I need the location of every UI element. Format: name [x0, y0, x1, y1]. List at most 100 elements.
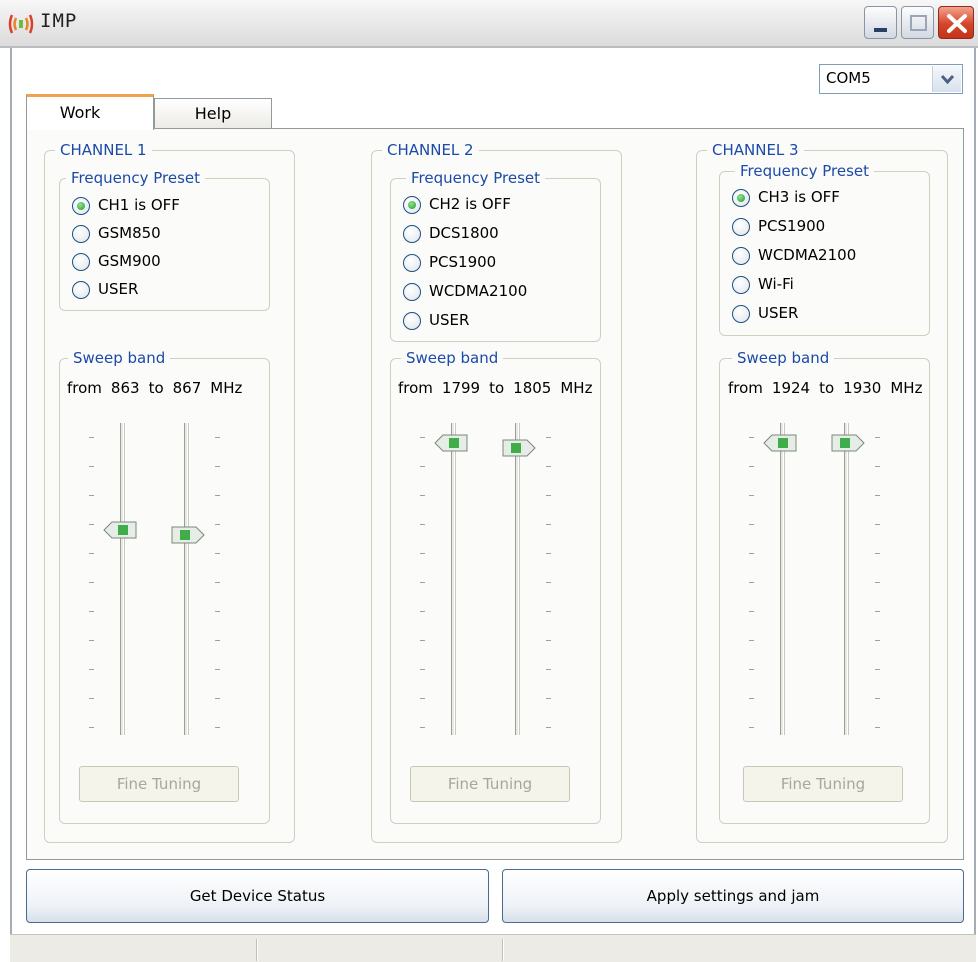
slider-tick: [546, 698, 551, 699]
slider-tick: [546, 495, 551, 496]
radio-button[interactable]: [403, 283, 421, 301]
slider-tick: [89, 727, 94, 728]
slider-tick: [546, 669, 551, 670]
slider-tick: [89, 553, 94, 554]
sweep-high-slider-track[interactable]: [184, 423, 188, 735]
slider-tick: [875, 640, 880, 641]
tab-help[interactable]: Help: [154, 98, 272, 128]
dropdown-arrow-button[interactable]: [932, 66, 961, 92]
radio-button[interactable]: [403, 254, 421, 272]
radio-button[interactable]: [72, 253, 90, 271]
slider-tick: [749, 669, 754, 670]
status-bar: [10, 934, 976, 962]
radio-button[interactable]: [732, 218, 750, 236]
apply-settings-button[interactable]: Apply settings and jam: [502, 869, 964, 923]
fine-tuning-button[interactable]: Fine Tuning: [743, 766, 903, 802]
slider-tick: [546, 553, 551, 554]
slider-tick: [749, 495, 754, 496]
fine-tuning-button[interactable]: Fine Tuning: [410, 766, 570, 802]
radio-button[interactable]: [732, 247, 750, 265]
window-title: IMP: [40, 10, 78, 32]
slider-tick: [875, 553, 880, 554]
channel-1-sweep-group: Sweep band from 863 to 867 MHz Fine Tuning: [59, 348, 270, 824]
slider-tick: [875, 698, 880, 699]
slider-tick: [749, 582, 754, 583]
slider-tick: [215, 669, 220, 670]
maximize-button[interactable]: [901, 6, 934, 39]
radio-label: USER: [429, 311, 470, 329]
slider-tick: [875, 495, 880, 496]
slider-tick: [875, 524, 880, 525]
slider-tick: [875, 669, 880, 670]
radio-button[interactable]: [732, 305, 750, 323]
sweep-low-thumb[interactable]: [763, 434, 797, 452]
sweep-high-thumb[interactable]: [171, 526, 205, 544]
radio-button[interactable]: [732, 276, 750, 294]
slider-tick: [546, 437, 551, 438]
get-device-status-button[interactable]: Get Device Status: [26, 869, 489, 923]
slider-tick: [749, 698, 754, 699]
slider-tick: [749, 437, 754, 438]
radio-label: Wi-Fi: [758, 275, 794, 293]
channel-3-preset-title: Frequency Preset: [735, 161, 875, 181]
slider-tick: [215, 553, 220, 554]
sweep-low-thumb[interactable]: [434, 434, 468, 452]
slider-tick: [420, 640, 425, 641]
close-button[interactable]: [938, 6, 974, 39]
slider-tick: [89, 437, 94, 438]
radio-button[interactable]: [403, 196, 421, 214]
slider-tick: [89, 582, 94, 583]
radio-label: CH1 is OFF: [98, 196, 180, 214]
sweep-low-slider-track[interactable]: [451, 423, 455, 735]
com-port-select[interactable]: COM5: [819, 64, 963, 94]
radio-button[interactable]: [72, 197, 90, 215]
sweep-low-thumb[interactable]: [103, 521, 137, 539]
sweep-low-slider-track[interactable]: [780, 423, 784, 735]
sweep-high-slider-track[interactable]: [515, 423, 519, 735]
radio-label: USER: [758, 304, 799, 322]
radio-button[interactable]: [72, 225, 90, 243]
radio-label: USER: [98, 280, 139, 298]
tab-work[interactable]: Work: [26, 94, 154, 130]
slider-tick: [215, 582, 220, 583]
slider-tick: [875, 437, 880, 438]
channel-1-preset-group: Frequency Preset CH1 is OFF GSM850 GSM90…: [59, 168, 270, 311]
com-port-value: COM5: [826, 69, 871, 87]
channel-2-sweep-group: Sweep band from 1799 to 1805 MHz Fine Tuning: [390, 348, 602, 825]
slider-tick: [875, 466, 880, 467]
signal-waves-icon: [8, 14, 34, 34]
channel-2-sliders: [391, 359, 602, 825]
radio-button[interactable]: [732, 189, 750, 207]
slider-tick: [749, 727, 754, 728]
sweep-high-thumb[interactable]: [831, 434, 865, 452]
radio-label: CH3 is OFF: [758, 188, 840, 206]
sweep-high-thumb[interactable]: [502, 439, 536, 457]
slider-tick: [420, 524, 425, 525]
slider-tick: [89, 640, 94, 641]
radio-button[interactable]: [403, 225, 421, 243]
tab-work-label: Work: [59, 103, 101, 122]
channel-1-preset-title: Frequency Preset: [66, 168, 206, 188]
slider-tick: [215, 698, 220, 699]
channel-2-title: CHANNEL 2: [382, 140, 479, 160]
radio-label: DCS1800: [429, 224, 499, 242]
radio-button[interactable]: [72, 281, 90, 299]
slider-tick: [420, 495, 425, 496]
slider-tick: [215, 611, 220, 612]
slider-tick: [215, 640, 220, 641]
status-separator: [502, 939, 503, 961]
slider-tick: [89, 611, 94, 612]
maximize-icon: [910, 15, 927, 31]
slider-tick: [546, 611, 551, 612]
minimize-button[interactable]: [864, 6, 897, 39]
slider-tick: [89, 524, 94, 525]
slider-tick: [875, 582, 880, 583]
slider-tick: [420, 698, 425, 699]
fine-tuning-button[interactable]: Fine Tuning: [79, 766, 239, 802]
slider-tick: [215, 727, 220, 728]
radio-label: GSM900: [98, 252, 161, 270]
sweep-low-slider-track[interactable]: [120, 423, 124, 735]
radio-button[interactable]: [403, 312, 421, 330]
slider-tick: [749, 553, 754, 554]
sweep-high-slider-track[interactable]: [844, 423, 848, 735]
